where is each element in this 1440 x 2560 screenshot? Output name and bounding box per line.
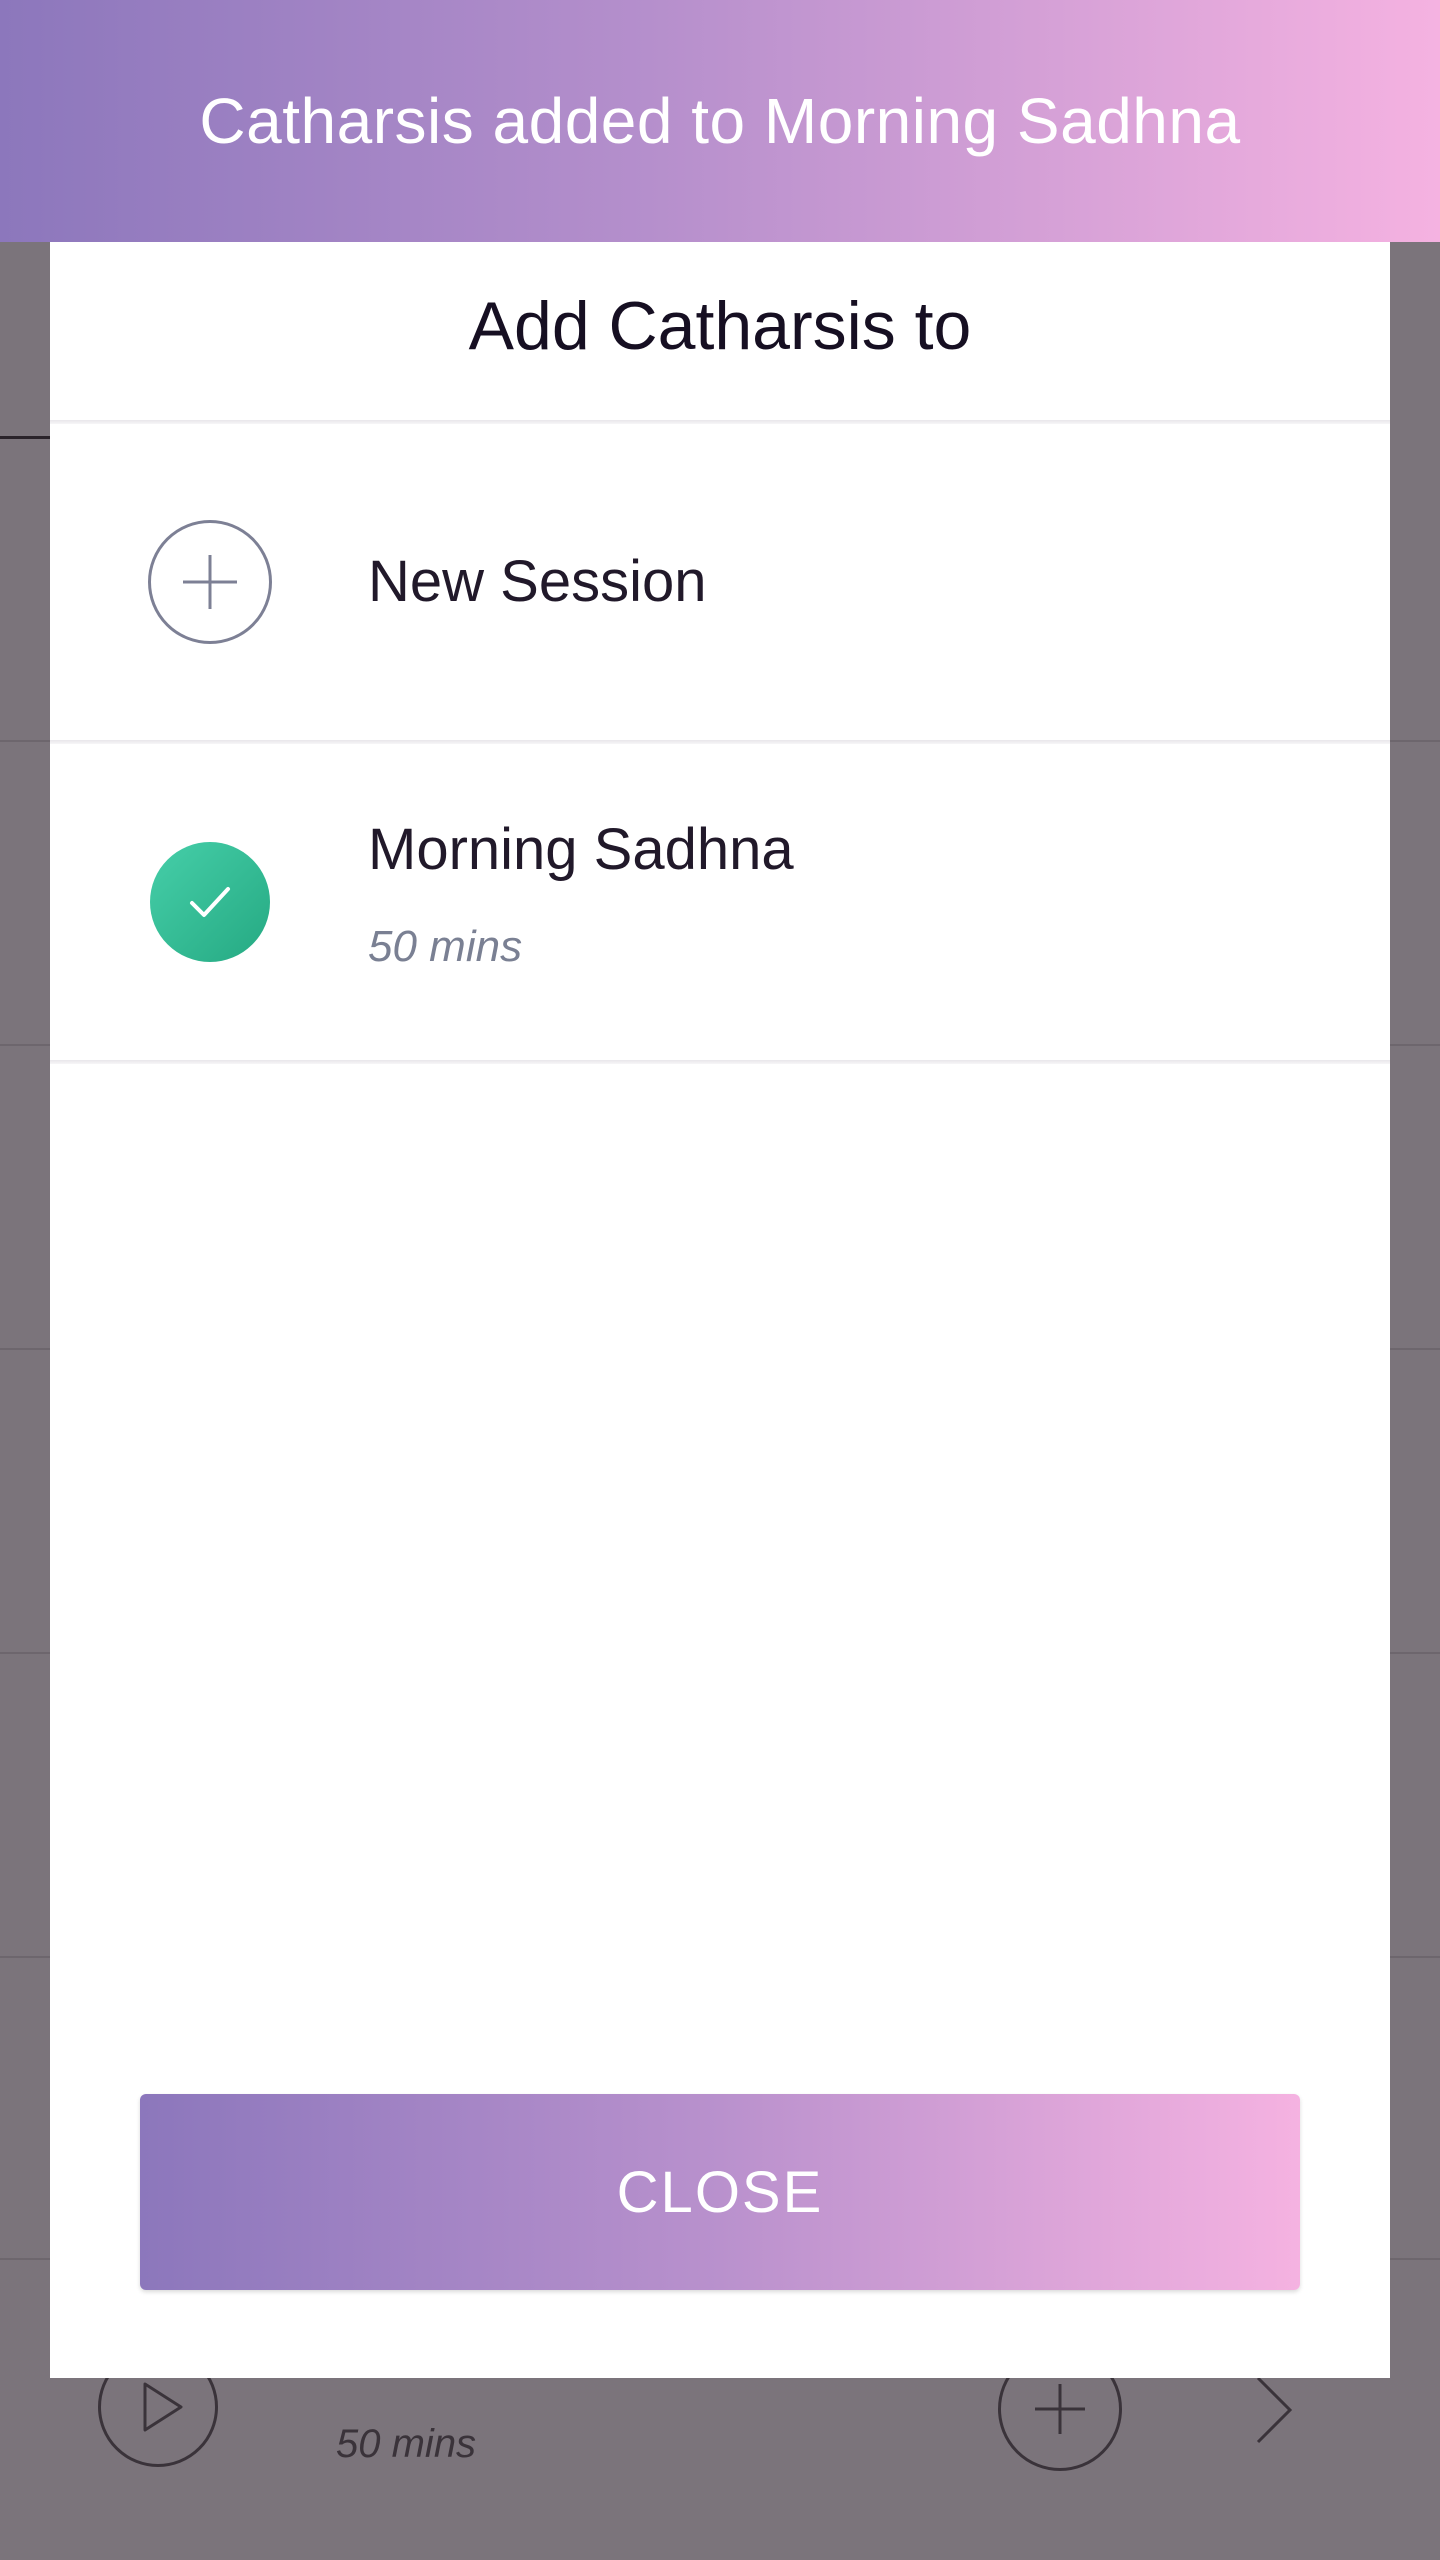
plus-circle-icon [148,520,272,644]
background-tab-underline [0,436,52,439]
close-button[interactable]: CLOSE [140,2094,1300,2290]
check-circle-icon [150,842,270,962]
toast-message: Catharsis added to Morning Sadhna [199,85,1241,157]
dialog-title: Add Catharsis to [468,288,972,364]
background-item-duration: 50 mins [336,2422,477,2466]
option-duration: 50 mins [368,922,523,971]
chevron-right-icon[interactable] [1240,2370,1300,2450]
row-divider [50,1060,1390,1064]
option-label: Morning Sadhna [368,817,794,882]
option-new-session[interactable]: New Session [50,424,1390,740]
toast-banner: Catharsis added to Morning Sadhna [0,0,1440,242]
option-morning-sadhna[interactable]: Morning Sadhna 50 mins [50,744,1390,1060]
add-to-session-dialog: Add Catharsis to New Session Morning Sad… [50,242,1390,2378]
option-label: New Session [368,549,707,614]
